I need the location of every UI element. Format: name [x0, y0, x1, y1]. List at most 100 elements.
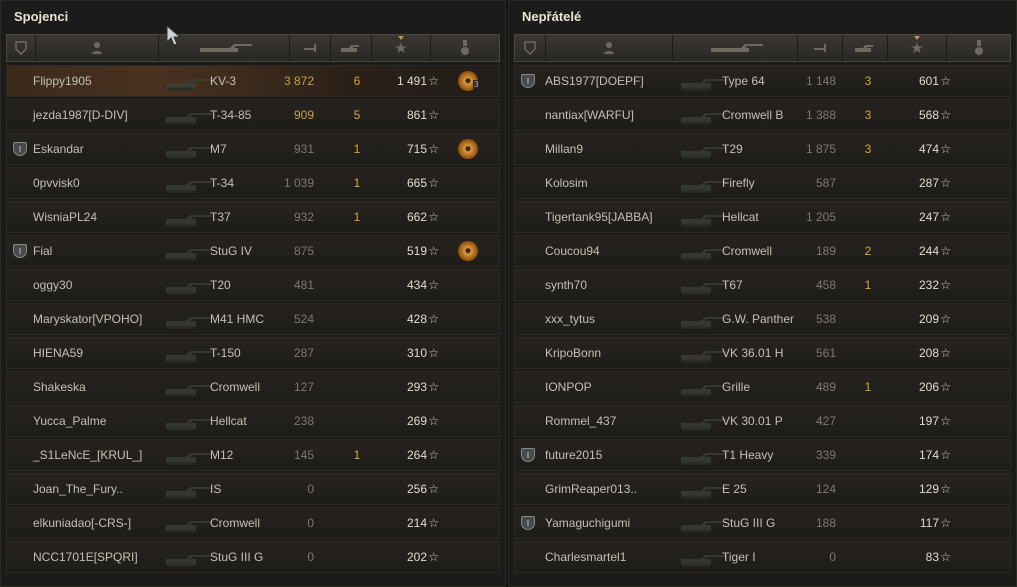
player-row[interactable]: I Fial StuG IV 875 519 ☆ ✸	[6, 235, 500, 267]
allies-title: Spojenci	[14, 9, 69, 24]
header-damage-column[interactable]	[798, 35, 843, 61]
star-icon: ☆	[940, 142, 951, 156]
player-row[interactable]: Maryskator[VPOHO] M41 HMC 524 428 ☆	[6, 303, 500, 335]
player-row[interactable]: Millan9 T29 1 875 3 474 ☆	[514, 133, 1011, 165]
header-xp-column[interactable]: ★	[888, 35, 947, 61]
player-row[interactable]: xxx_tytus G.W. Panther 538 209 ☆	[514, 303, 1011, 335]
damage-value: 932	[293, 210, 314, 224]
player-name[interactable]: Flippy1905	[33, 66, 92, 96]
star-icon: ☆	[428, 74, 439, 88]
player-name[interactable]: nantiax[WARFU]	[545, 100, 634, 130]
player-row[interactable]: GrimReaper013.. E 25 124 129 ☆	[514, 473, 1011, 505]
player-name[interactable]: xxx_tytus	[545, 304, 595, 334]
player-name[interactable]: Kolosim	[545, 168, 588, 198]
player-name[interactable]: Maryskator[VPOHO]	[33, 304, 142, 334]
player-name[interactable]: future2015	[545, 440, 602, 470]
player-name[interactable]: Eskandar	[33, 134, 84, 164]
xp-value: 208	[918, 346, 939, 360]
player-row[interactable]: Charlesmartel1 Tiger I 0 83 ☆	[514, 541, 1011, 573]
player-row[interactable]: KripoBonn VK 36.01 H 561 208 ☆	[514, 337, 1011, 369]
player-name[interactable]: Coucou94	[545, 236, 600, 266]
medal-icon	[974, 40, 983, 55]
player-row[interactable]: Tigertank95[JABBA] Hellcat 1 205 247 ☆	[514, 201, 1011, 233]
player-row[interactable]: Ifuture2015 T1 Heavy 339 174 ☆	[514, 439, 1011, 471]
player-row[interactable]: HIENA59 T-150 287 310 ☆	[6, 337, 500, 369]
player-name[interactable]: synth70	[545, 270, 587, 300]
header-medal-column[interactable]	[947, 35, 1010, 61]
header-player-column[interactable]	[546, 35, 673, 61]
kills-value: 1	[864, 278, 872, 292]
player-name[interactable]: HIENA59	[33, 338, 83, 368]
player-row[interactable]: I ABS1977[DOEPF] Type 64 1 148 3 601 ☆	[514, 65, 1011, 97]
player-row[interactable]: synth70 T67 458 1 232 ☆	[514, 269, 1011, 301]
player-row[interactable]: Yucca_Palme Hellcat 238 269 ☆	[6, 405, 500, 437]
player-row[interactable]: Flippy1905 KV-3 3 872 6 1 491 ☆ ✸ 3	[6, 65, 500, 97]
player-name[interactable]: Rommel_437	[545, 406, 616, 436]
player-name[interactable]: Joan_The_Fury..	[33, 474, 123, 504]
tank-name: T37	[210, 210, 231, 224]
player-name[interactable]: Tigertank95[JABBA]	[545, 202, 653, 232]
star-icon: ☆	[940, 278, 951, 292]
player-name[interactable]: Yucca_Palme	[33, 406, 106, 436]
kills-value: 3	[864, 142, 872, 156]
player-name[interactable]: Millan9	[545, 134, 583, 164]
header-badge-column[interactable]	[515, 35, 546, 61]
player-name[interactable]: 0pvvisk0	[33, 168, 80, 198]
tank-name: StuG IV	[210, 244, 253, 258]
header-medal-column[interactable]	[431, 35, 499, 61]
xp-star-icon: ★	[910, 40, 924, 57]
player-name[interactable]: jezda1987[D-DIV]	[33, 100, 128, 130]
header-player-column[interactable]	[36, 35, 159, 61]
kills-value	[347, 304, 367, 334]
player-name[interactable]: ABS1977[DOEPF]	[545, 66, 644, 96]
player-row[interactable]: jezda1987[D-DIV] T-34-85 909 5 861 ☆	[6, 99, 500, 131]
player-row[interactable]: I Yamaguchigumi StuG III G 188 117 ☆	[514, 507, 1011, 539]
player-row[interactable]: 0pvvisk0 T-34 1 039 1 665 ☆	[6, 167, 500, 199]
player-row[interactable]: oggy30 T20 481 434 ☆	[6, 269, 500, 301]
medal-icon[interactable]: ✸	[458, 139, 478, 159]
player-row[interactable]: NCC1701E[SPQRI] StuG III G 0 202 ☆	[6, 541, 500, 573]
player-name[interactable]: KripoBonn	[545, 338, 601, 368]
header-damage-column[interactable]	[290, 35, 331, 61]
player-row[interactable]: I Eskandar M7 931 1 715 ☆ ✸	[6, 133, 500, 165]
player-row[interactable]: IONPOP Grille 489 1 206 ☆	[514, 371, 1011, 403]
header-tank-column[interactable]	[673, 35, 798, 61]
header-kills-column[interactable]	[331, 35, 372, 61]
player-row[interactable]: Kolosim Firefly 587 287 ☆	[514, 167, 1011, 199]
player-name[interactable]: NCC1701E[SPQRI]	[33, 542, 138, 572]
tank-name: T1 Heavy	[722, 448, 774, 462]
medal-icon[interactable]: ✸	[458, 241, 478, 261]
player-row[interactable]: nantiax[WARFU] Cromwell B 1 388 3 568 ☆	[514, 99, 1011, 131]
star-icon: ☆	[428, 176, 439, 190]
player-name[interactable]: GrimReaper013..	[545, 474, 637, 504]
player-name[interactable]: IONPOP	[545, 372, 592, 402]
tank-icon	[162, 69, 214, 93]
tank-name: T-150	[210, 346, 241, 360]
player-name[interactable]: Charlesmartel1	[545, 542, 626, 572]
player-row[interactable]: elkuniadao[-CRS-] Cromwell 0 214 ☆	[6, 507, 500, 539]
player-name[interactable]: Fial	[33, 236, 52, 266]
platoon-badge-icon: I	[521, 74, 535, 88]
damage-value: 1 205	[805, 210, 836, 224]
player-name[interactable]: Yamaguchigumi	[545, 508, 630, 538]
damage-value: 458	[815, 278, 836, 292]
player-name[interactable]: oggy30	[33, 270, 72, 300]
player-row[interactable]: Joan_The_Fury.. IS 0 256 ☆	[6, 473, 500, 505]
header-kills-column[interactable]	[843, 35, 888, 61]
player-row[interactable]: Rommel_437 VK 30.01 P 427 197 ☆	[514, 405, 1011, 437]
star-icon: ☆	[428, 210, 439, 224]
header-badge-column[interactable]	[7, 35, 36, 61]
damage-value: 481	[293, 278, 314, 292]
player-name[interactable]: Shakeska	[33, 372, 86, 402]
player-name[interactable]: _S1LeNcE_[KRUL_]	[33, 440, 142, 470]
player-row[interactable]: Shakeska Cromwell 127 293 ☆	[6, 371, 500, 403]
header-xp-column[interactable]: ★	[372, 35, 431, 61]
player-row[interactable]: Coucou94 Cromwell 189 2 244 ☆	[514, 235, 1011, 267]
player-row[interactable]: _S1LeNcE_[KRUL_] M12 145 1 264 ☆	[6, 439, 500, 471]
player-name[interactable]: WisniaPL24	[33, 202, 97, 232]
player-row[interactable]: WisniaPL24 T37 932 1 662 ☆	[6, 201, 500, 233]
tank-icon	[162, 511, 214, 535]
player-name[interactable]: elkuniadao[-CRS-]	[33, 508, 131, 538]
kills-value: 1	[353, 448, 361, 462]
star-icon: ☆	[940, 482, 951, 496]
